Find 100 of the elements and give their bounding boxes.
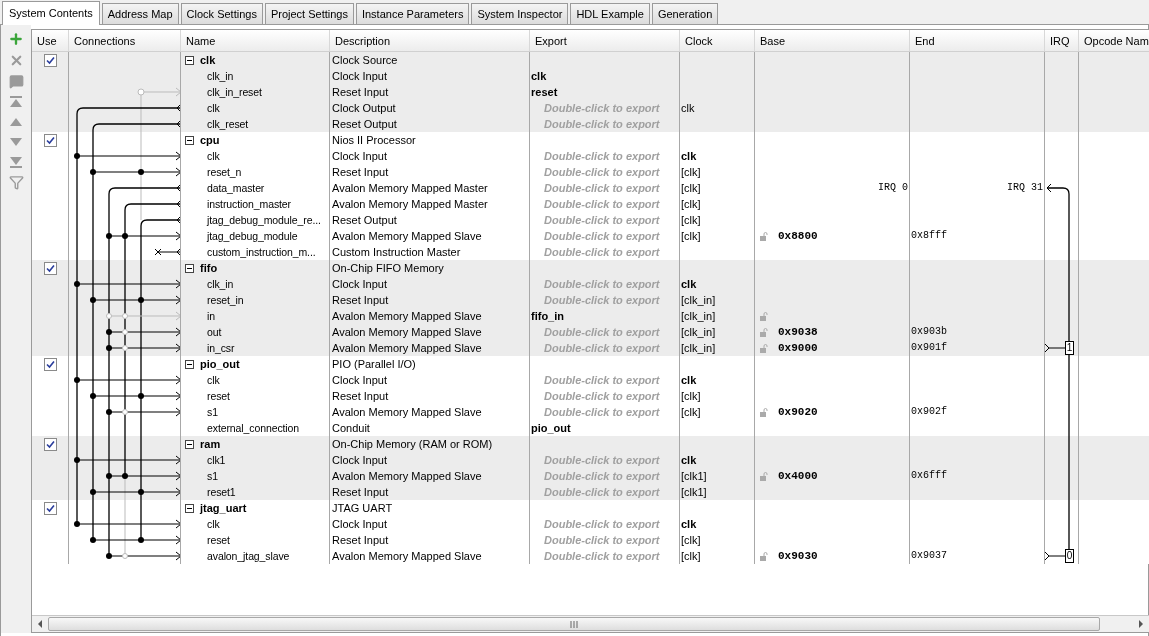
interface-name: reset [207,534,230,546]
column-header[interactable]: Opcode Nam [1079,35,1149,47]
description-text: Avalon Memory Mapped Slave [332,326,482,338]
description-text: Reset Output [332,214,397,226]
clock-text: [clk] [681,166,701,178]
column-header[interactable]: Name [181,35,216,47]
base-address: 0x9030 [778,549,818,564]
column-header[interactable]: Clock [680,35,713,47]
interface-name: data_master [207,182,265,194]
irq-number[interactable]: 1 [1065,341,1074,355]
component-name: fifo [200,261,218,276]
description-text: Reset Input [332,486,389,498]
clock-text: [clk] [681,214,701,226]
export-hint[interactable]: Double-click to export [530,326,660,338]
clock-text: [clk] [681,534,701,546]
description-text: Custom Instruction Master [332,246,461,258]
export-hint[interactable]: Double-click to export [530,518,660,530]
description-text: Avalon Memory Mapped Slave [332,230,482,242]
export-hint[interactable]: Double-click to export [530,550,660,562]
description-text: Conduit [332,422,370,434]
description-text: Reset Input [332,166,389,178]
description-text: Reset Input [332,390,389,402]
interface-name: s1 [207,406,218,418]
export-hint[interactable]: Double-click to export [530,150,660,162]
scrollbar-thumb[interactable] [48,617,1100,631]
clock-text: clk [681,454,697,466]
tab[interactable]: HDL Example [570,3,650,24]
export-hint[interactable]: Double-click to export [530,198,660,210]
export-hint[interactable]: Double-click to export [530,102,660,114]
add-icon[interactable] [8,31,24,47]
collapse-icon[interactable] [185,359,194,369]
tab[interactable]: Project Settings [264,3,354,24]
description-text: On-Chip Memory (RAM or ROM) [332,438,493,450]
interface-name: reset1 [207,486,236,498]
description-text: On-Chip FIFO Memory [332,262,444,274]
tab[interactable]: Generation [651,3,719,24]
export-hint[interactable]: Double-click to export [530,342,660,354]
use-checkbox[interactable] [43,502,57,515]
column-header[interactable]: End [910,35,935,47]
export-hint[interactable]: Double-click to export [530,118,660,130]
irq-label: IRQ 31 [1007,181,1044,195]
description-text: Clock Input [332,278,388,290]
interface-name: clk [207,102,220,114]
use-checkbox[interactable] [43,438,57,451]
export-hint[interactable]: Double-click to export [530,406,660,418]
column-header[interactable]: Use [32,35,57,47]
export-hint[interactable]: Double-click to export [530,454,660,466]
export-hint[interactable]: Double-click to export [530,214,660,226]
irq-number[interactable]: 0 [1065,549,1074,563]
export-hint[interactable]: Double-click to export [530,278,660,290]
column-header[interactable]: Connections [69,35,136,47]
export-hint[interactable]: Double-click to export [530,374,660,386]
tab[interactable]: System Contents [2,1,100,25]
clock-text: [clk_in] [681,326,716,338]
clock-text: [clk_in] [681,294,716,306]
interface-name: reset_in [207,294,244,306]
clock-text: clk [681,374,697,386]
clock-text: [clk_in] [681,310,716,322]
export-hint[interactable]: Double-click to export [530,246,660,258]
tab[interactable]: Address Map [101,3,179,24]
collapse-icon[interactable] [185,55,194,65]
column-header[interactable]: Export [530,35,567,47]
tab[interactable]: Instance Parameters [355,3,470,24]
export-name: clk [530,70,547,82]
clock-text: [clk_in] [681,342,716,354]
column-header[interactable]: Base [755,35,786,47]
collapse-icon[interactable] [185,135,194,145]
export-hint[interactable]: Double-click to export [530,230,660,242]
base-address: 0x4000 [778,469,818,484]
description-text: Avalon Memory Mapped Master [332,182,488,194]
collapse-icon[interactable] [185,503,194,513]
interface-name: in [207,310,215,322]
export-hint[interactable]: Double-click to export [530,182,660,194]
export-hint[interactable]: Double-click to export [530,470,660,482]
end-address: 0x8fff [910,229,947,243]
clock-text: [clk] [681,230,701,242]
description-text: Clock Input [332,374,388,386]
use-checkbox[interactable] [43,262,57,275]
description-text: Clock Input [332,70,388,82]
interface-name: external_connection [207,422,300,434]
column-header[interactable]: IRQ [1045,35,1070,47]
interface-name: clk_reset [207,118,249,130]
use-checkbox[interactable] [43,358,57,371]
tab[interactable]: System Inspector [471,3,569,24]
description-text: Avalon Memory Mapped Slave [332,406,482,418]
interface-name: clk [207,150,220,162]
export-hint[interactable]: Double-click to export [530,486,660,498]
column-header[interactable]: Description [330,35,391,47]
collapse-icon[interactable] [185,439,194,449]
export-hint[interactable]: Double-click to export [530,294,660,306]
end-address: 0x9037 [910,549,947,563]
base-address: 0x8800 [778,229,818,244]
export-hint[interactable]: Double-click to export [530,390,660,402]
export-hint[interactable]: Double-click to export [530,166,660,178]
use-checkbox[interactable] [43,54,57,67]
use-checkbox[interactable] [43,134,57,147]
interface-name: jtag_debug_module_re... [207,214,321,226]
export-hint[interactable]: Double-click to export [530,534,660,546]
tab[interactable]: Clock Settings [180,3,263,24]
collapse-icon[interactable] [185,263,194,273]
